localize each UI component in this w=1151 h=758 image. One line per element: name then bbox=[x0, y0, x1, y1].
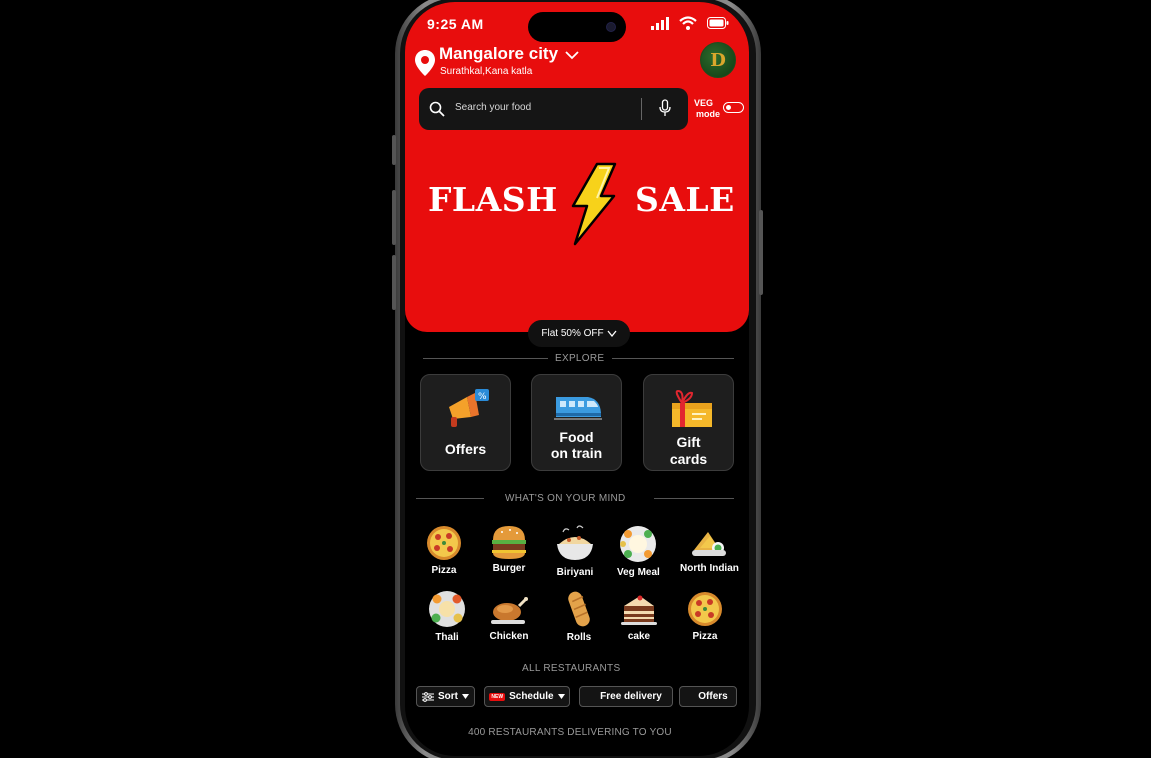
food-item-chicken[interactable]: Chicken bbox=[489, 592, 529, 642]
search-divider bbox=[641, 98, 642, 120]
restaurants-count: 400 RESTAURANTS DELIVERING TO YOU bbox=[468, 727, 672, 738]
chicken-icon bbox=[491, 597, 528, 624]
sort-label: Sort bbox=[438, 691, 458, 702]
food-item-pizza-2[interactable]: Pizza bbox=[686, 590, 724, 642]
volume-down-button bbox=[392, 255, 396, 310]
area-name[interactable]: Surathkal,Kana katla bbox=[440, 66, 532, 77]
search-bar[interactable]: Search your food bbox=[419, 88, 688, 130]
explore-card-offers[interactable]: % Offers bbox=[420, 374, 511, 471]
camera-dot bbox=[606, 22, 616, 32]
food-label-biriyani: Biriyani bbox=[556, 567, 594, 578]
food-item-veg-meal[interactable]: Veg Meal bbox=[617, 524, 660, 578]
explore-card-food-on-train[interactable]: Food on train bbox=[531, 374, 622, 471]
pizza-icon bbox=[427, 526, 461, 560]
food-item-rolls[interactable]: Rolls bbox=[564, 589, 594, 643]
thali-icon bbox=[429, 591, 465, 627]
burger-icon bbox=[492, 526, 526, 559]
schedule-label: Schedule bbox=[509, 691, 554, 702]
food-label-cake: cake bbox=[627, 631, 651, 642]
explore-card-train-label-line1: Food bbox=[559, 429, 594, 445]
offers-label: Offers bbox=[698, 691, 728, 702]
wifi-icon bbox=[679, 16, 697, 30]
city-name[interactable]: Mangalore city bbox=[439, 44, 558, 64]
location-pin-icon[interactable] bbox=[414, 49, 436, 77]
offers-chip[interactable]: Offers bbox=[679, 686, 737, 707]
action-button bbox=[392, 135, 396, 165]
all-restaurants-title: ALL RESTAURANTS bbox=[522, 663, 621, 674]
food-label-burger: Burger bbox=[492, 563, 526, 574]
banner-flash-text: FLASH bbox=[428, 180, 558, 219]
food-item-pizza[interactable]: Pizza bbox=[425, 524, 463, 576]
food-item-biriyani[interactable]: Biriyani bbox=[555, 524, 595, 578]
flat-offer-label: Flat 50% OFF bbox=[541, 328, 604, 339]
flat-offer-pill[interactable]: Flat 50% OFF bbox=[528, 320, 630, 347]
food-label-pizza-2: Pizza bbox=[692, 631, 718, 642]
banner-sale-text: SALE bbox=[635, 180, 735, 219]
explore-card-offers-label: Offers bbox=[444, 441, 487, 457]
explore-divider-left bbox=[423, 358, 548, 359]
stage: 9:25 AM Mangalore city Surathkal,Kana ka… bbox=[0, 0, 1151, 758]
chevron-down-icon[interactable] bbox=[565, 50, 579, 60]
food-label-pizza: Pizza bbox=[431, 565, 457, 576]
battery-icon bbox=[707, 17, 729, 29]
caret-down-icon bbox=[462, 694, 469, 699]
explore-divider-right bbox=[612, 358, 734, 359]
veg-mode-label-line2: mode bbox=[696, 109, 721, 119]
food-label-veg-meal: Veg Meal bbox=[617, 567, 660, 578]
search-icon bbox=[429, 101, 445, 117]
food-item-burger[interactable]: Burger bbox=[490, 524, 528, 574]
volume-up-button bbox=[392, 190, 396, 245]
biriyani-icon bbox=[557, 525, 593, 560]
explore-card-gift-label-line2: cards bbox=[669, 451, 708, 467]
explore-card-train-label-line2: on train bbox=[550, 445, 603, 461]
explore-card-gift-label-line1: Gift bbox=[676, 434, 701, 450]
food-item-thali[interactable]: Thali bbox=[427, 589, 467, 643]
veg-meal-icon bbox=[620, 526, 657, 562]
veg-mode-label: VEG mode bbox=[694, 98, 720, 120]
sort-chip[interactable]: Sort bbox=[416, 686, 475, 707]
cake-icon bbox=[621, 595, 657, 625]
chevron-down-icon bbox=[607, 330, 617, 337]
food-label-rolls: Rolls bbox=[566, 632, 592, 643]
veg-mode-toggle[interactable] bbox=[723, 102, 744, 113]
header-banner: 9:25 AM Mangalore city Surathkal,Kana ka… bbox=[405, 2, 749, 332]
north-indian-icon bbox=[692, 532, 727, 556]
explore-card-gift-cards[interactable]: Gift cards bbox=[643, 374, 734, 471]
status-icons bbox=[651, 16, 729, 30]
megaphone-icon: % bbox=[449, 389, 489, 427]
svg-text:%: % bbox=[478, 392, 487, 402]
food-label-chicken: Chicken bbox=[489, 631, 529, 642]
food-item-north-indian[interactable]: North Indian bbox=[680, 526, 739, 574]
rolls-icon bbox=[568, 591, 590, 627]
pizza-icon bbox=[688, 592, 722, 626]
search-input[interactable]: Search your food bbox=[455, 102, 531, 113]
caret-down-icon bbox=[557, 694, 565, 699]
gift-icon bbox=[672, 389, 712, 427]
food-item-cake[interactable]: cake bbox=[620, 592, 658, 642]
train-icon bbox=[554, 397, 602, 420]
power-button bbox=[759, 210, 763, 295]
signal-icon bbox=[651, 16, 669, 30]
mind-title: WHAT'S ON YOUR MIND bbox=[505, 493, 626, 504]
mind-divider-left bbox=[416, 498, 484, 499]
status-time: 9:25 AM bbox=[427, 16, 484, 32]
lightning-bolt-icon bbox=[571, 162, 617, 246]
dynamic-island bbox=[528, 12, 626, 42]
new-badge: NEW bbox=[489, 692, 506, 701]
free-delivery-chip[interactable]: Free delivery bbox=[579, 686, 673, 707]
mind-divider-right bbox=[654, 498, 734, 499]
explore-title: EXPLORE bbox=[555, 353, 605, 364]
microphone-icon[interactable] bbox=[659, 99, 671, 117]
free-delivery-label: Free delivery bbox=[600, 691, 662, 702]
avatar[interactable]: D bbox=[700, 42, 736, 78]
food-label-thali: Thali bbox=[435, 632, 459, 643]
app-screen: 9:25 AM Mangalore city Surathkal,Kana ka… bbox=[405, 2, 749, 756]
filter-sliders-icon bbox=[422, 691, 434, 702]
schedule-chip[interactable]: NEW Schedule bbox=[484, 686, 570, 707]
veg-mode-label-line1: VEG bbox=[694, 98, 714, 108]
food-label-north-indian: North Indian bbox=[680, 563, 739, 574]
